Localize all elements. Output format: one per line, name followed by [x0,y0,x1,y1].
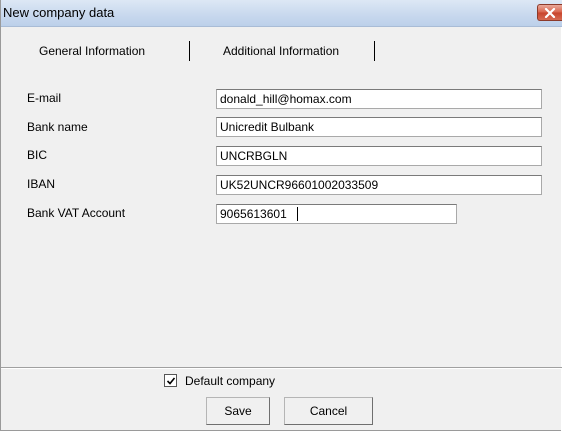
default-company-label[interactable]: Default company [185,374,275,388]
save-button[interactable]: Save [206,397,270,425]
bic-field[interactable] [216,146,542,166]
bank-vat-account-field[interactable] [216,204,457,224]
email-field[interactable] [216,89,542,109]
cancel-button[interactable]: Cancel [284,397,373,425]
tab-additional-information[interactable]: Additional Information [223,44,339,58]
tab-strip: General Information Additional Informati… [1,27,562,67]
checkmark-icon [166,377,176,385]
default-company-checkbox[interactable] [164,374,177,387]
title-bar[interactable]: New company data [1,0,562,27]
bank-name-label: Bank name [27,120,88,134]
tab-separator [189,41,190,61]
bank-vat-account-label: Bank VAT Account [27,206,126,220]
close-button[interactable] [537,4,562,21]
iban-field[interactable] [216,175,542,195]
bank-name-field[interactable] [216,117,542,137]
tab-general-information[interactable]: General Information [39,44,145,58]
dialog-window: New company data General Information Add… [0,0,562,431]
bic-label: BIC [27,148,48,162]
footer-divider-highlight [1,368,562,369]
tab-separator [374,41,375,61]
close-icon [544,8,556,18]
email-label: E-mail [27,91,62,105]
text-caret [297,207,298,221]
iban-label: IBAN [27,177,56,191]
window-title: New company data [3,5,115,20]
